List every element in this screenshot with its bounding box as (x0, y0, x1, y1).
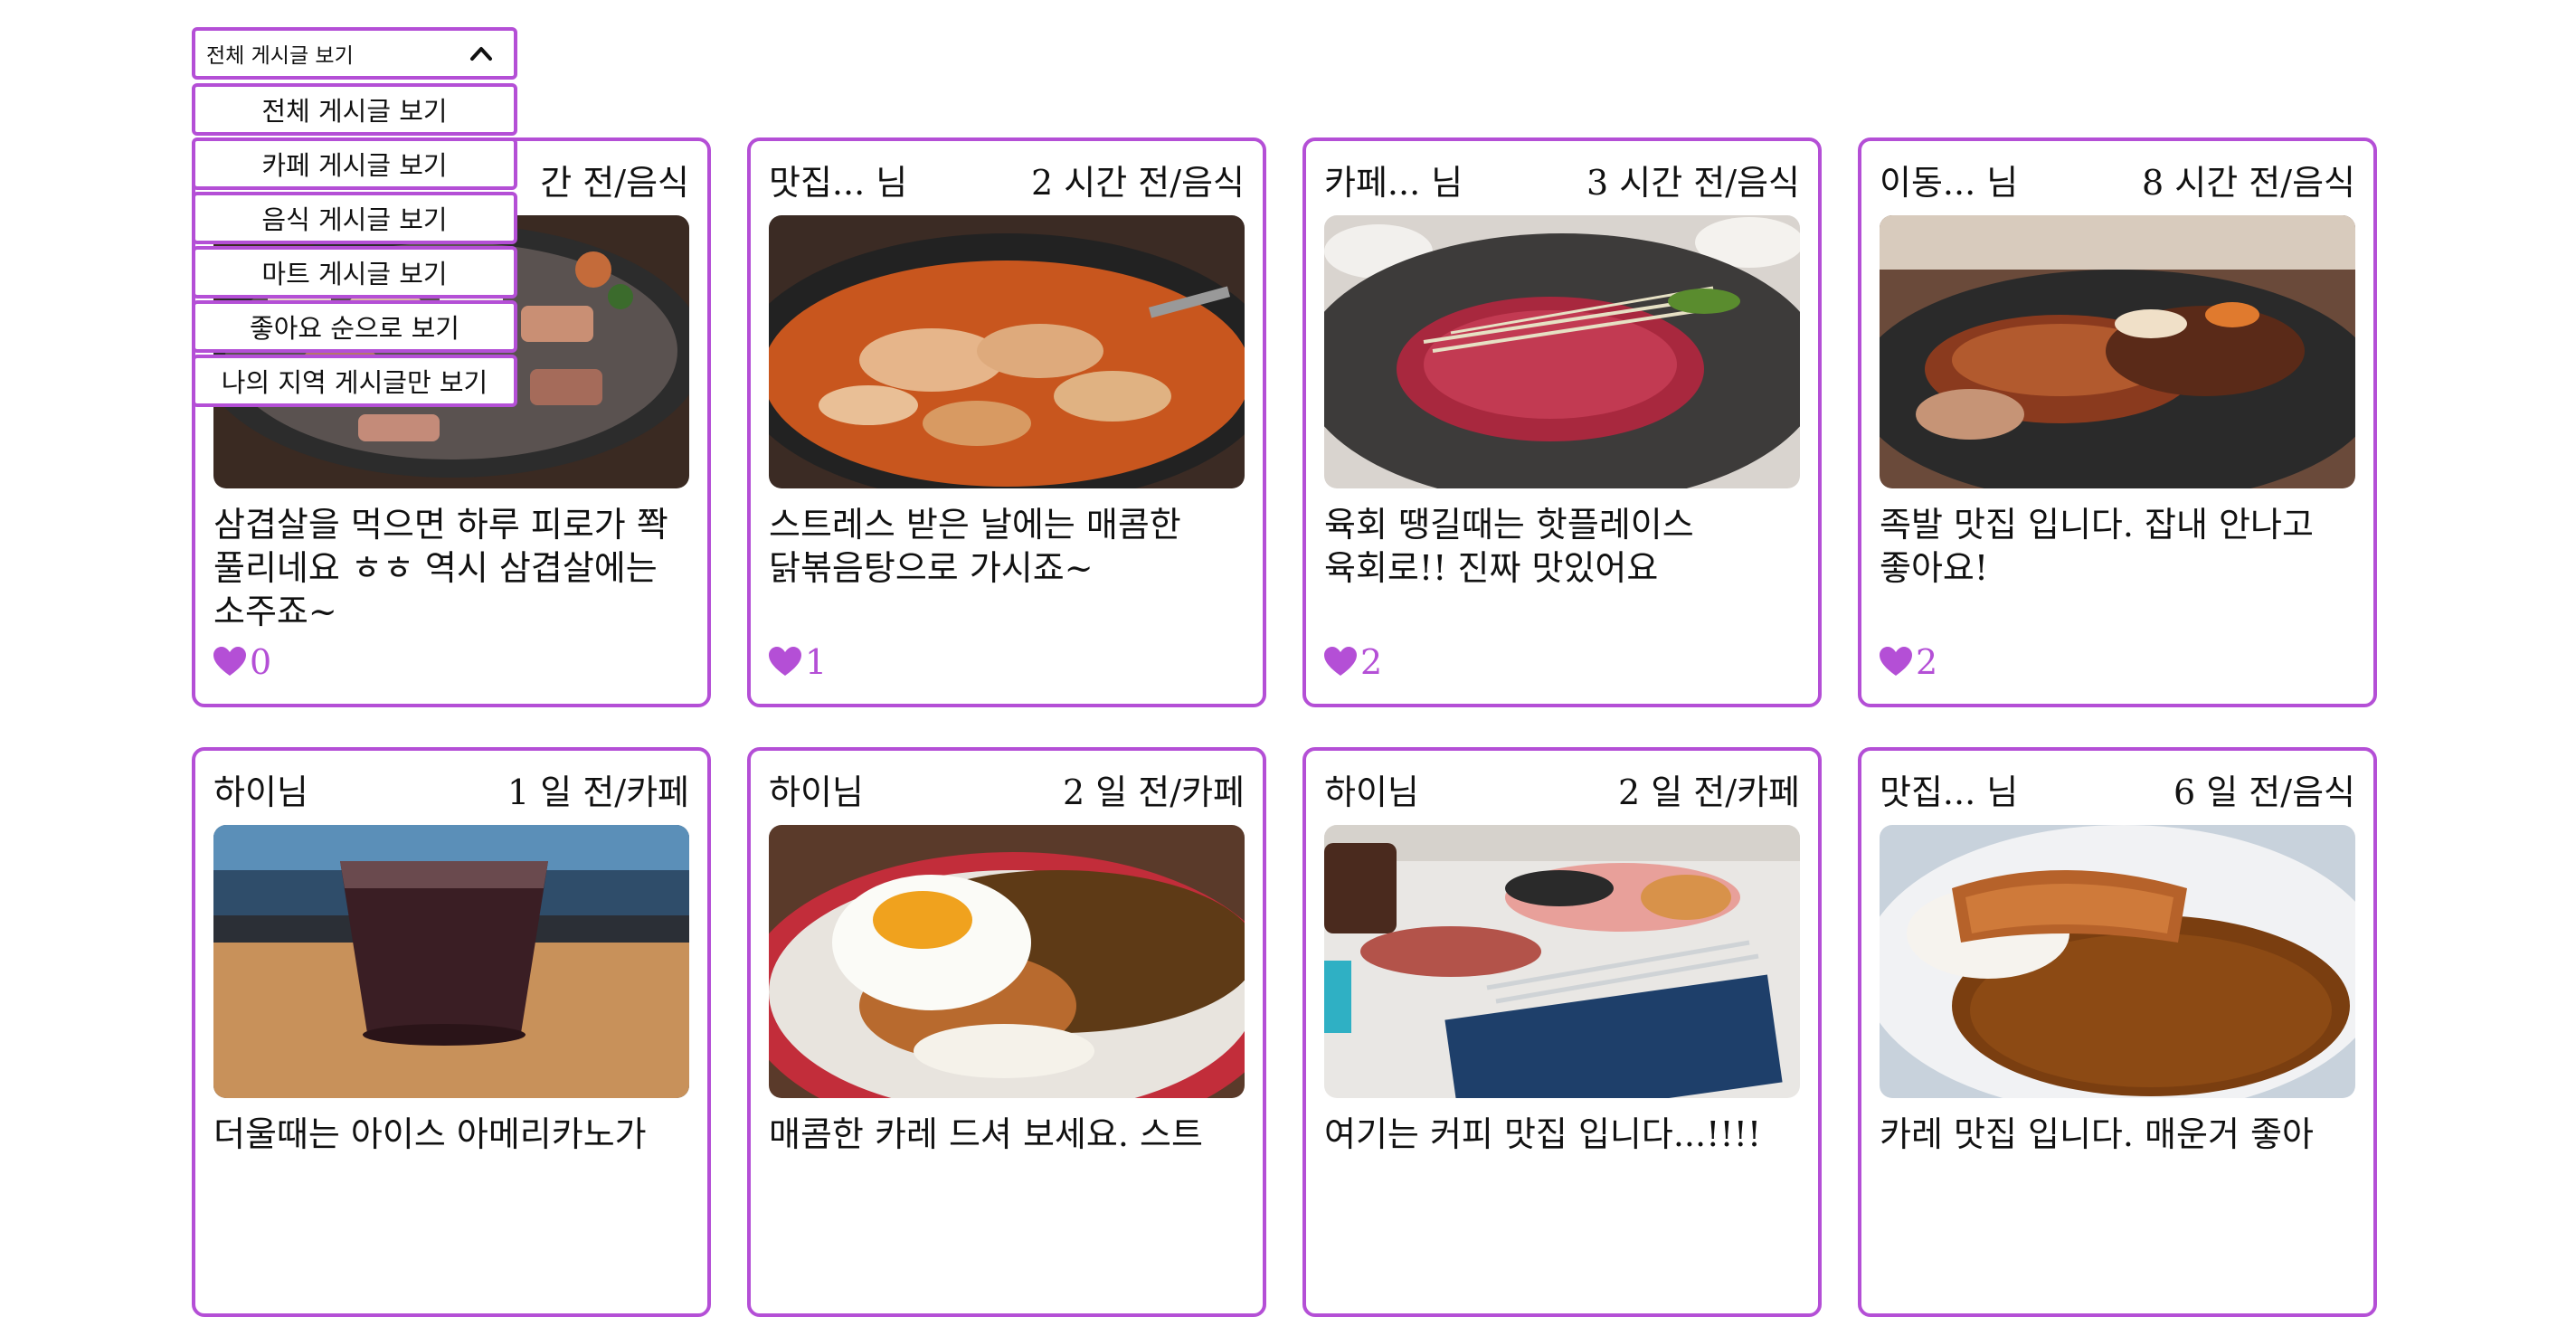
post-header: 맛집... 님 6 일 전/음식 (1880, 763, 2355, 814)
filter-options-list: 전체 게시글 보기 카페 게시글 보기 음식 게시글 보기 마트 게시글 보기 … (192, 83, 517, 407)
filter-option-all[interactable]: 전체 게시글 보기 (192, 83, 517, 136)
photo-braised-chicken (769, 215, 1245, 488)
post-text: 카레 맛집 입니다. 매운거 좋아 (1880, 1114, 2314, 1154)
like-counter[interactable]: 1 (769, 639, 1245, 686)
filter-selected-label: 전체 게시글 보기 (206, 44, 354, 68)
post-photo[interactable] (1880, 825, 2355, 1098)
photo-pork-trotters (1880, 215, 2355, 488)
photo-katsu-curry (1880, 825, 2355, 1098)
post-author: 맛집... 님 (769, 162, 908, 203)
filter-select-trigger[interactable]: 전체 게시글 보기 (192, 27, 517, 80)
post-card[interactable]: 맛집... 님 6 일 전/음식 카레 맛집 입니다. 매운거 좋아 (1858, 747, 2377, 1317)
post-header: 하이님 2 일 전/카페 (1324, 763, 1800, 814)
post-card[interactable]: 맛집... 님 2 시간 전/음식 스트레스 받은 날에는 매콤한 닭볶음탕으로… (747, 137, 1266, 707)
photo-beef-tartare (1324, 215, 1800, 488)
post-filter-dropdown[interactable]: 전체 게시글 보기 전체 게시글 보기 카페 게시글 보기 음식 게시글 보기 … (192, 27, 517, 409)
post-header: 이동... 님 8 시간 전/음식 (1880, 154, 2355, 204)
post-time-category: 1 일 전/카페 (507, 772, 689, 812)
post-grid: 간 전/음식 삼겹살을 먹으면 하루 피로가 쫙 풀리네요 ㅎㅎ 역시 삼겹살에… (192, 137, 2377, 1317)
filter-option-my-region[interactable]: 나의 지역 게시글만 보기 (192, 355, 517, 407)
post-author: 하이님 (769, 772, 864, 812)
photo-coffee-dessert (1324, 825, 1800, 1098)
post-text: 여기는 커피 맛집 입니다...!!!! (1324, 1114, 1762, 1154)
like-count: 2 (1360, 642, 1383, 682)
post-photo[interactable] (213, 825, 689, 1098)
post-text: 더울때는 아이스 아메리카노가 (213, 1114, 647, 1154)
post-time-category: 8 시간 전/음식 (2142, 162, 2355, 203)
heart-icon (769, 647, 801, 676)
post-time-category: 간 전/음식 (540, 162, 689, 203)
post-time-category: 2 일 전/카페 (1063, 772, 1245, 812)
post-time-category: 2 일 전/카페 (1618, 772, 1800, 812)
heart-icon (213, 647, 246, 676)
like-counter[interactable]: 2 (1880, 639, 2355, 686)
filter-option-food[interactable]: 음식 게시글 보기 (192, 192, 517, 244)
post-photo[interactable] (1324, 825, 1800, 1098)
photo-curry-with-egg (769, 825, 1245, 1098)
post-author: 맛집... 님 (1880, 772, 2019, 812)
post-header: 하이님 1 일 전/카페 (213, 763, 689, 814)
filter-option-mart[interactable]: 마트 게시글 보기 (192, 246, 517, 298)
post-text: 족발 맛집 입니다. 잡내 안나고 좋아요! (1880, 505, 2314, 588)
post-card[interactable]: 하이님 2 일 전/카페 여기는 커피 맛집 입니다...!!!! (1302, 747, 1822, 1317)
filter-option-cafe[interactable]: 카페 게시글 보기 (192, 137, 517, 190)
post-card[interactable]: 이동... 님 8 시간 전/음식 족발 맛집 입니다. 잡내 안나고 좋아요!… (1858, 137, 2377, 707)
post-card[interactable]: 하이님 2 일 전/카페 매콤한 카레 드셔 보세요. 스트 (747, 747, 1266, 1317)
like-count: 0 (250, 642, 272, 682)
post-header: 하이님 2 일 전/카페 (769, 763, 1245, 814)
post-header: 맛집... 님 2 시간 전/음식 (769, 154, 1245, 204)
post-text: 스트레스 받은 날에는 매콤한 닭볶음탕으로 가시죠~ (769, 505, 1181, 588)
post-card[interactable]: 하이님 1 일 전/카페 더울때는 아이스 아메리카노가 (192, 747, 711, 1317)
post-card[interactable]: 카페... 님 3 시간 전/음식 육회 땡길때는 핫플레이스 육회로!! 진짜… (1302, 137, 1822, 707)
post-photo[interactable] (769, 825, 1245, 1098)
post-author: 하이님 (1324, 772, 1419, 812)
like-count: 2 (1916, 642, 1938, 682)
post-header: 카페... 님 3 시간 전/음식 (1324, 154, 1800, 204)
heart-icon (1880, 647, 1912, 676)
chevron-up-icon (470, 47, 492, 61)
post-photo[interactable] (1324, 215, 1800, 488)
like-counter[interactable]: 0 (213, 639, 689, 686)
filter-option-likes[interactable]: 좋아요 순으로 보기 (192, 300, 517, 353)
post-author: 이동... 님 (1880, 162, 2019, 203)
post-text: 매콤한 카레 드셔 보세요. 스트 (769, 1114, 1203, 1154)
post-time-category: 3 시간 전/음식 (1586, 162, 1800, 203)
post-photo[interactable] (1880, 215, 2355, 488)
post-text: 육회 땡길때는 핫플레이스 육회로!! 진짜 맛있어요 (1324, 505, 1694, 588)
post-author: 하이님 (213, 772, 308, 812)
post-time-category: 6 일 전/음식 (2174, 772, 2355, 812)
post-author: 카페... 님 (1324, 162, 1463, 203)
like-counter[interactable]: 2 (1324, 639, 1800, 686)
post-text: 삼겹살을 먹으면 하루 피로가 쫙 풀리네요 ㅎㅎ 역시 삼겹살에는 소주죠~ (213, 505, 668, 631)
post-photo[interactable] (769, 215, 1245, 488)
photo-iced-americano (213, 825, 689, 1098)
post-time-category: 2 시간 전/음식 (1031, 162, 1245, 203)
heart-icon (1324, 647, 1357, 676)
like-count: 1 (805, 642, 828, 682)
